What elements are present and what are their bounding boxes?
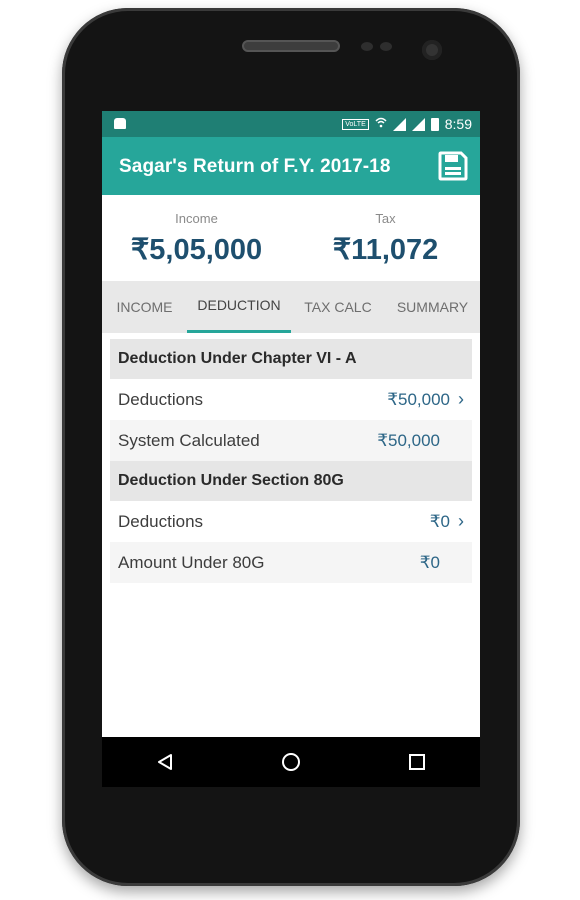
tax-summary: Tax ₹11,072 — [291, 211, 480, 267]
chevron-right-icon: › — [458, 511, 464, 531]
tab-income[interactable]: INCOME — [102, 281, 187, 333]
chevron-right-icon: › — [458, 389, 464, 409]
page-title: Sagar's Return of F.Y. 2017-18 — [119, 156, 391, 177]
earpiece-speaker — [242, 40, 340, 52]
tax-label: Tax — [375, 211, 396, 226]
income-value: ₹5,05,000 — [130, 234, 263, 266]
income-label: Income — [175, 211, 218, 226]
tax-value: ₹11,072 — [332, 234, 439, 266]
back-icon[interactable] — [145, 742, 185, 782]
system-calculated-row: System Calculated ₹50,000 — [110, 420, 472, 461]
section-header: Deduction Under Section 80G — [110, 461, 472, 501]
row-value: ₹50,000 — [377, 430, 440, 450]
summary-panel: Income ₹5,05,000 Tax ₹11,072 — [102, 195, 480, 281]
tab-tax-calc[interactable]: TAX CALC — [291, 281, 385, 333]
income-summary: Income ₹5,05,000 — [102, 211, 291, 267]
row-label: System Calculated — [118, 430, 260, 450]
row-label: Amount Under 80G — [118, 552, 265, 572]
section-header: Deduction Under Chapter VI - A — [110, 339, 472, 379]
row-value: ₹0 — [429, 511, 450, 531]
proximity-sensor — [361, 42, 373, 51]
save-icon[interactable] — [438, 151, 468, 181]
row-value: ₹50,000 — [387, 389, 450, 409]
volte-icon: VoLTE — [342, 118, 369, 130]
tab-summary[interactable]: SUMMARY — [385, 281, 480, 333]
status-time: 8:59 — [444, 116, 472, 132]
tab-bar: INCOME DEDUCTION TAX CALC SUMMARY — [102, 281, 480, 333]
app-bar: Sagar's Return of F.Y. 2017-18 — [102, 137, 480, 195]
system-nav-bar — [102, 737, 480, 787]
row-value-group: ₹50,000 › — [387, 389, 464, 410]
status-icons: VoLTE 8:59 — [342, 111, 472, 137]
status-bar: VoLTE 8:59 — [102, 111, 480, 137]
deduction-content: Deduction Under Chapter VI - A Deduction… — [102, 333, 480, 583]
android-notification-icon — [114, 118, 126, 129]
row-value: ₹0 — [419, 552, 440, 572]
signal-icon — [392, 117, 406, 131]
recents-icon[interactable] — [397, 742, 437, 782]
deductions-80g-row[interactable]: Deductions ₹0 › — [110, 501, 472, 542]
deductions-row[interactable]: Deductions ₹50,000 › — [110, 379, 472, 420]
phone-screen: VoLTE 8:59 Sagar's Return of F.Y. 2017-1… — [102, 111, 480, 737]
light-sensor — [380, 42, 392, 51]
amount-under-80g-row: Amount Under 80G ₹0 — [110, 542, 472, 583]
tab-deduction[interactable]: DEDUCTION — [187, 281, 291, 333]
wifi-calling-icon — [375, 117, 387, 131]
signal-icon — [411, 117, 425, 131]
row-label: Deductions — [118, 389, 204, 409]
battery-icon — [430, 117, 439, 131]
home-icon[interactable] — [271, 742, 311, 782]
row-label: Deductions — [118, 511, 204, 531]
row-value-group: ₹0 › — [430, 511, 464, 532]
front-camera — [422, 40, 442, 60]
